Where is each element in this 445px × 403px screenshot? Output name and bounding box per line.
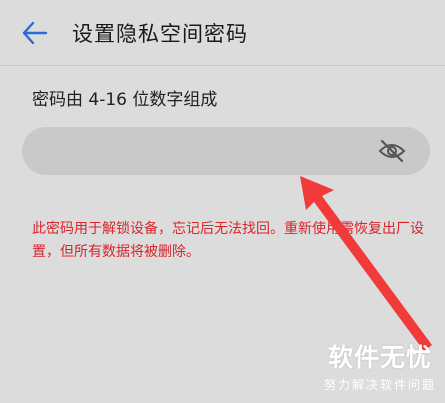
header-divider bbox=[0, 65, 445, 66]
watermark: 软件无忧 努力解决软件问题 bbox=[318, 338, 442, 400]
watermark-title: 软件无忧 bbox=[327, 343, 432, 372]
password-input[interactable] bbox=[42, 127, 376, 177]
watermark-subtitle: 努力解决软件问题 bbox=[323, 378, 436, 392]
toggle-visibility-button[interactable] bbox=[378, 138, 406, 164]
password-hint: 密码由 4-16 位数字组成 bbox=[32, 90, 218, 110]
eye-off-icon bbox=[378, 139, 406, 163]
warning-text: 此密码用于解锁设备，忘记后无法找回。重新使用需恢复出厂设置，但所有数据将被删除。 bbox=[32, 221, 424, 260]
back-button[interactable] bbox=[18, 16, 52, 50]
password-field[interactable] bbox=[22, 127, 430, 177]
arrow-left-icon bbox=[22, 21, 48, 45]
app-header: 设置隐私空间密码 bbox=[0, 0, 445, 66]
page-title: 设置隐私空间密码 bbox=[72, 22, 248, 46]
